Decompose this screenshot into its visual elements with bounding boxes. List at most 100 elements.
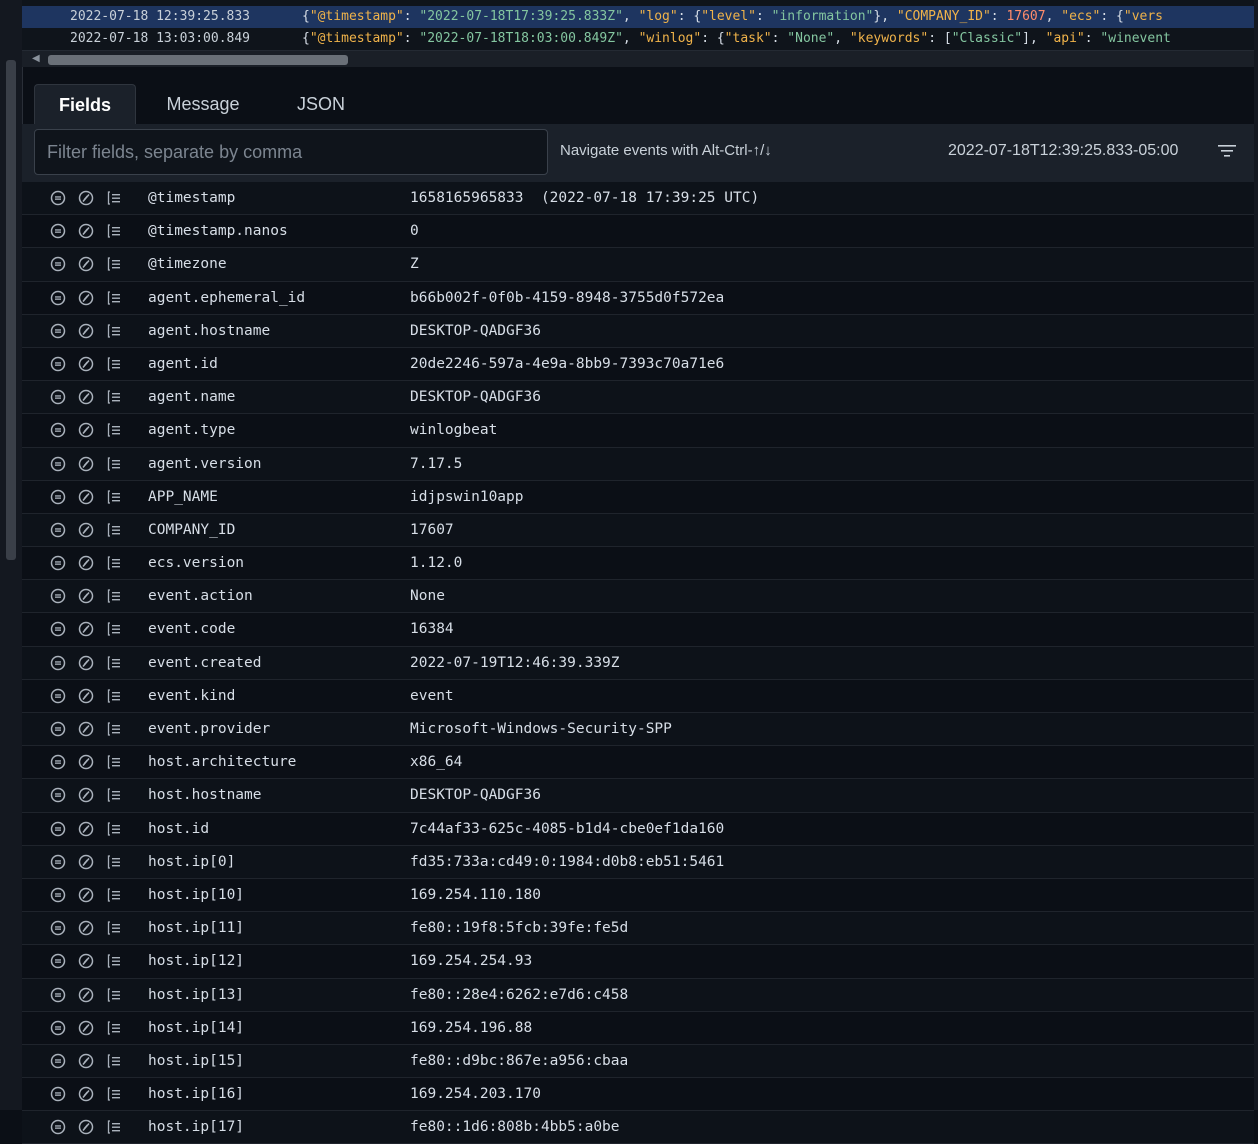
filter-out-icon[interactable] [78,190,94,206]
toggle-column-icon[interactable] [106,821,122,837]
toggle-column-icon[interactable] [106,754,122,770]
filter-in-icon[interactable] [50,787,66,803]
field-row[interactable]: agent.type winlogbeat [22,414,1254,448]
filter-in-icon[interactable] [50,987,66,1003]
filter-fields-input[interactable] [34,129,548,175]
filter-in-icon[interactable] [50,489,66,505]
field-row[interactable]: agent.id 20de2246-597a-4e9a-8bb9-7393c70a… [22,347,1254,382]
field-row[interactable]: @timestamp.nanos 0 [22,215,1254,249]
scroll-left-icon[interactable]: ◀ [32,53,40,64]
filter-out-icon[interactable] [78,787,94,803]
field-row[interactable]: agent.version 7.17.5 [22,447,1254,481]
filter-out-icon[interactable] [78,1053,94,1069]
filter-out-icon[interactable] [78,223,94,239]
filter-out-icon[interactable] [78,1020,94,1036]
filter-out-icon[interactable] [78,754,94,770]
field-row[interactable]: host.ip[10] 169.254.110.180 [22,878,1254,913]
filter-out-icon[interactable] [78,588,94,604]
filter-in-icon[interactable] [50,953,66,969]
filter-in-icon[interactable] [50,256,66,272]
filter-in-icon[interactable] [50,721,66,737]
field-row[interactable]: @timezone Z [22,248,1254,282]
field-row[interactable]: COMPANY_ID 17607 [22,513,1254,548]
field-row[interactable]: host.architecture x86_64 [22,746,1254,780]
toggle-column-icon[interactable] [106,688,122,704]
filter-out-icon[interactable] [78,920,94,936]
filter-in-icon[interactable] [50,356,66,372]
filter-in-icon[interactable] [50,1119,66,1135]
toggle-column-icon[interactable] [106,389,122,405]
toggle-column-icon[interactable] [106,887,122,903]
field-row[interactable]: event.kind event [22,679,1254,713]
filter-out-icon[interactable] [78,555,94,571]
toggle-column-icon[interactable] [106,987,122,1003]
toggle-column-icon[interactable] [106,323,122,339]
field-row[interactable]: host.ip[0] fd35:733a:cd49:0:1984:d0b8:eb5… [22,845,1254,879]
field-row[interactable]: APP_NAME idjpswin10app [22,480,1254,514]
toggle-column-icon[interactable] [106,1119,122,1135]
filter-out-icon[interactable] [78,1086,94,1102]
filter-out-icon[interactable] [78,422,94,438]
filter-out-icon[interactable] [78,953,94,969]
filter-in-icon[interactable] [50,688,66,704]
toggle-column-icon[interactable] [106,953,122,969]
filter-in-icon[interactable] [50,887,66,903]
horizontal-scrollbar[interactable]: ◀ [22,50,1254,67]
filter-out-icon[interactable] [78,688,94,704]
filter-in-icon[interactable] [50,821,66,837]
toggle-column-icon[interactable] [106,555,122,571]
horizontal-scroll-thumb[interactable] [48,55,348,65]
filter-in-icon[interactable] [50,655,66,671]
field-row[interactable]: agent.name DESKTOP-QADGF36 [22,381,1254,415]
toggle-column-icon[interactable] [106,854,122,870]
filter-in-icon[interactable] [50,621,66,637]
filter-in-icon[interactable] [50,854,66,870]
field-row[interactable]: host.ip[16] 169.254.203.170 [22,1078,1254,1112]
field-row[interactable]: host.ip[13] fe80::28e4:6262:e7d6:c458 [22,978,1254,1012]
filter-in-icon[interactable] [50,422,66,438]
toggle-column-icon[interactable] [106,489,122,505]
toggle-column-icon[interactable] [106,422,122,438]
toggle-column-icon[interactable] [106,721,122,737]
filter-in-icon[interactable] [50,456,66,472]
filter-out-icon[interactable] [78,721,94,737]
field-row[interactable]: event.action None [22,580,1254,614]
toggle-column-icon[interactable] [106,356,122,372]
toggle-column-icon[interactable] [106,290,122,306]
filter-in-icon[interactable] [50,588,66,604]
field-row[interactable]: host.hostname DESKTOP-QADGF36 [22,779,1254,813]
toggle-column-icon[interactable] [106,1053,122,1069]
filter-in-icon[interactable] [50,920,66,936]
toggle-column-icon[interactable] [106,920,122,936]
toggle-column-icon[interactable] [106,456,122,472]
field-row[interactable]: event.provider Microsoft-Windows-Security… [22,713,1254,747]
filter-out-icon[interactable] [78,389,94,405]
toggle-column-icon[interactable] [106,787,122,803]
filter-in-icon[interactable] [50,223,66,239]
filter-out-icon[interactable] [78,621,94,637]
field-row[interactable]: event.created 2022-07-19T12:46:39.339Z [22,646,1254,680]
toggle-column-icon[interactable] [106,1020,122,1036]
filter-in-icon[interactable] [50,1020,66,1036]
field-row[interactable]: agent.ephemeral_id b66b002f-0f0b-4159-894… [22,281,1254,315]
field-row[interactable]: host.ip[15] fe80::d9bc:867e:a956:cbaa [22,1044,1254,1079]
vertical-scrollbar[interactable] [6,60,16,560]
filter-out-icon[interactable] [78,1119,94,1135]
filter-in-icon[interactable] [50,1053,66,1069]
filter-in-icon[interactable] [50,555,66,571]
filter-out-icon[interactable] [78,290,94,306]
filter-out-icon[interactable] [78,323,94,339]
filter-out-icon[interactable] [78,821,94,837]
filter-out-icon[interactable] [78,854,94,870]
filter-out-icon[interactable] [78,522,94,538]
toggle-column-icon[interactable] [106,223,122,239]
filter-in-icon[interactable] [50,190,66,206]
field-row[interactable]: ecs.version 1.12.0 [22,547,1254,581]
toggle-column-icon[interactable] [106,190,122,206]
field-row[interactable]: agent.hostname DESKTOP-QADGF36 [22,314,1254,348]
filter-in-icon[interactable] [50,389,66,405]
field-row[interactable]: @timestamp 1658165965833 (2022-07-18 17:3… [22,182,1254,216]
filter-in-icon[interactable] [50,290,66,306]
filter-out-icon[interactable] [78,489,94,505]
log-row[interactable]: 2022-07-18 12:39:25.833 {"@timestamp": "2… [22,6,1254,28]
